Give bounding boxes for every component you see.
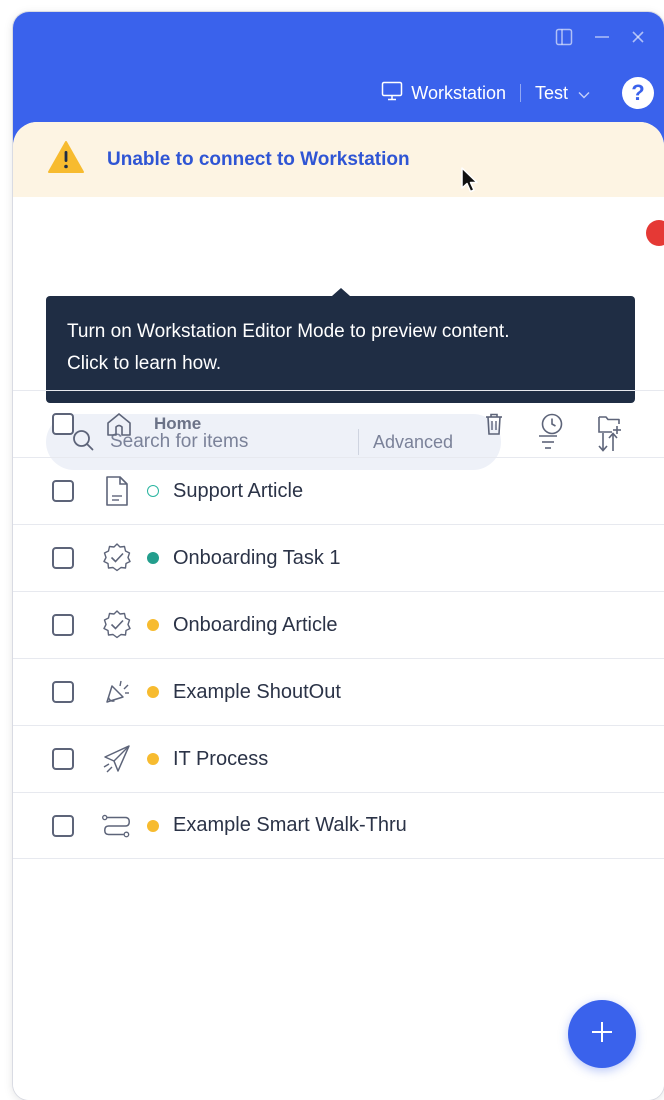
home-label: Home: [154, 414, 202, 433]
mouse-cursor-icon: [461, 167, 478, 193]
onboarding-task-icon: [101, 542, 133, 574]
editor-mode-tooltip[interactable]: Turn on Workstation Editor Mode to previ…: [46, 288, 635, 403]
tooltip-line-1: Turn on Workstation Editor Mode to previ…: [67, 321, 510, 342]
row-actions: [480, 410, 624, 438]
status-dot: [147, 619, 159, 631]
new-folder-icon[interactable]: [596, 410, 624, 438]
item-label: Example Smart Walk-Thru: [173, 814, 407, 836]
status-dot: [147, 819, 159, 832]
list-item[interactable]: Support Article: [13, 457, 664, 524]
item-checkbox[interactable]: [52, 681, 74, 703]
list-item[interactable]: IT Process: [13, 725, 664, 792]
item-checkbox[interactable]: [52, 814, 74, 837]
workstation-button[interactable]: Workstation: [381, 81, 506, 106]
close-icon[interactable]: [627, 26, 649, 48]
list-item[interactable]: Onboarding Article: [13, 591, 664, 658]
paper-plane-icon: [101, 743, 133, 775]
environment-dropdown[interactable]: Test: [535, 83, 590, 104]
help-button[interactable]: ?: [622, 77, 654, 109]
status-dot: [147, 753, 159, 765]
item-label: Onboarding Task 1: [173, 546, 341, 569]
shoutout-icon: [101, 676, 133, 708]
editor-panel: Workstation Test ? Unable to connect to …: [13, 12, 664, 1100]
items-list: Home Support Article Onboarding Task 1 O…: [13, 390, 664, 859]
add-item-button[interactable]: [568, 1000, 636, 1068]
item-label: Support Article: [173, 479, 304, 502]
list-item[interactable]: Example ShoutOut: [13, 658, 664, 725]
item-checkbox[interactable]: [52, 547, 74, 569]
list-item[interactable]: Onboarding Task 1: [13, 524, 664, 591]
warning-icon: [47, 140, 85, 179]
smart-walkthru-icon: [101, 810, 133, 842]
item-label: Example ShoutOut: [173, 680, 341, 703]
item-label: IT Process: [173, 747, 269, 770]
divider: [519, 84, 521, 102]
status-dot: [147, 686, 159, 698]
item-checkbox[interactable]: [52, 614, 74, 636]
home-row[interactable]: Home: [13, 390, 664, 457]
article-icon: [101, 475, 133, 507]
item-label: Onboarding Article: [173, 613, 338, 636]
status-dot: [147, 485, 159, 497]
onboarding-task-icon: [101, 609, 133, 641]
warning-message: Unable to connect to Workstation: [107, 148, 410, 170]
home-icon: [103, 408, 135, 440]
panel-content: Unable to connect to Workstation Turn on…: [13, 122, 664, 1100]
dock-toggle-icon[interactable]: [553, 26, 575, 48]
monitor-icon: [381, 81, 403, 106]
chevron-down-icon: [578, 83, 590, 104]
environment-bar: Workstation Test ?: [381, 77, 654, 109]
workstation-label: Workstation: [411, 82, 506, 103]
item-checkbox[interactable]: [52, 480, 74, 502]
item-checkbox[interactable]: [52, 748, 74, 770]
trash-icon[interactable]: [480, 410, 508, 438]
notification-badge: [646, 220, 664, 246]
tooltip-line-2: Click to learn how.: [67, 353, 222, 374]
plus-icon: [589, 1019, 615, 1050]
minimize-icon[interactable]: [591, 26, 613, 48]
connection-warning-banner[interactable]: Unable to connect to Workstation: [13, 122, 664, 197]
environment-label: Test: [534, 82, 568, 103]
list-item[interactable]: Example Smart Walk-Thru: [13, 792, 664, 859]
history-icon[interactable]: [538, 410, 566, 438]
select-all-checkbox[interactable]: [52, 413, 74, 435]
status-dot: [147, 552, 159, 564]
